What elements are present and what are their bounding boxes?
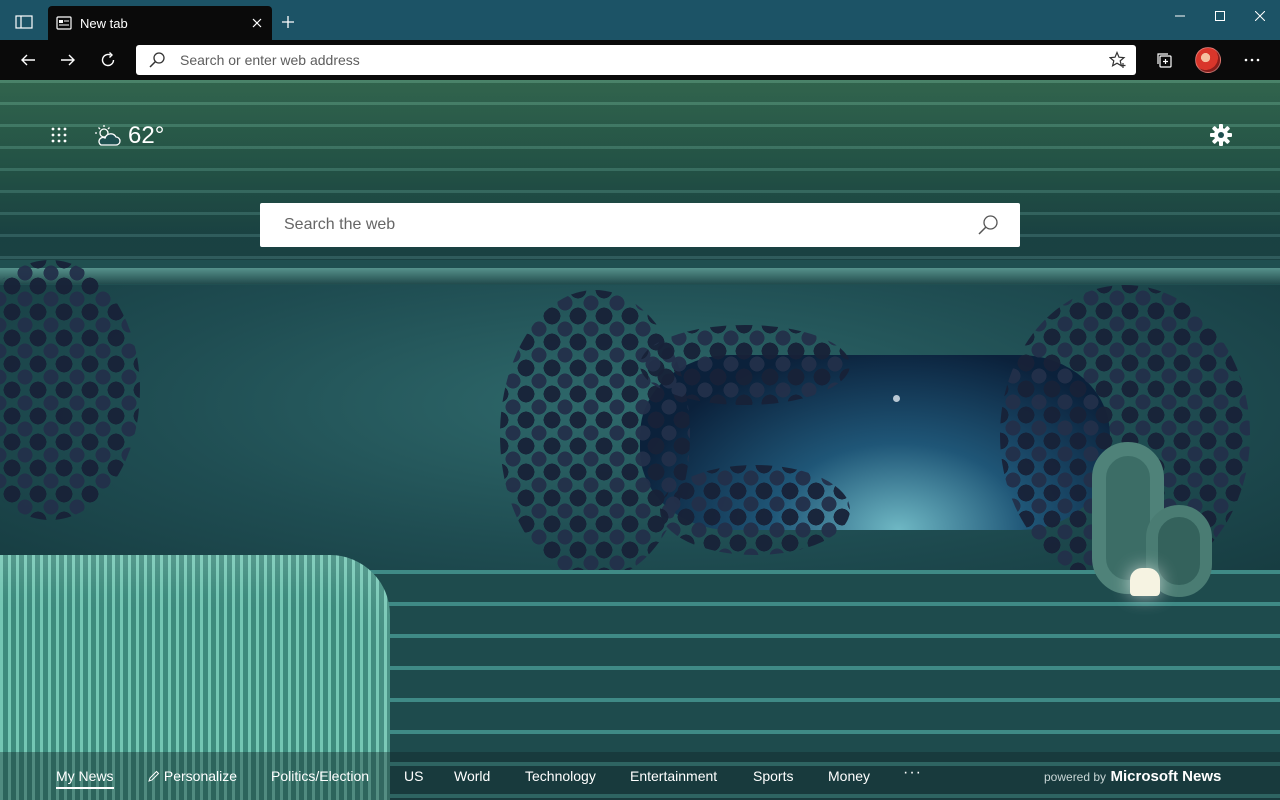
- news-tab-money[interactable]: Money: [828, 768, 870, 784]
- close-icon: [1255, 11, 1265, 21]
- plus-icon: [282, 16, 294, 28]
- temperature-label: 62°: [128, 122, 165, 149]
- title-bar: New tab: [0, 0, 1280, 40]
- search-icon: [978, 215, 998, 235]
- search-icon: [149, 52, 165, 68]
- news-tab-sports[interactable]: Sports: [753, 768, 793, 784]
- tab-actions-button[interactable]: [8, 8, 40, 36]
- apps-launcher-button[interactable]: [46, 122, 72, 148]
- settings-and-more-button[interactable]: [1236, 44, 1268, 76]
- refresh-button[interactable]: [92, 44, 124, 76]
- add-favorite-button[interactable]: [1108, 50, 1128, 70]
- close-icon: [252, 18, 262, 28]
- close-window-button[interactable]: [1240, 0, 1280, 32]
- tab-actions-icon: [15, 15, 33, 29]
- news-category-bar: My News Personalize Politics/Election US…: [0, 752, 1280, 800]
- web-search-placeholder: Search the web: [284, 216, 396, 233]
- news-tab-technology[interactable]: Technology: [525, 768, 596, 784]
- background-image: [0, 80, 1280, 800]
- address-bar[interactable]: Search or enter web address: [136, 45, 1136, 75]
- partly-cloudy-icon: [95, 125, 121, 146]
- arrow-right-icon: [61, 54, 75, 66]
- tab-close-button[interactable]: [248, 14, 266, 32]
- news-tab-my-news[interactable]: My News: [56, 768, 114, 789]
- tab-new-tab[interactable]: New tab: [48, 6, 272, 40]
- weather-widget[interactable]: 62°: [94, 122, 164, 150]
- pencil-icon: [148, 770, 160, 782]
- news-tab-us[interactable]: US: [404, 768, 423, 784]
- browser-toolbar: Search or enter web address: [0, 40, 1280, 80]
- new-tab-button[interactable]: [276, 10, 300, 34]
- star-plus-icon: [1109, 51, 1126, 68]
- gear-icon: [1210, 124, 1232, 146]
- forward-button[interactable]: [52, 44, 84, 76]
- collections-button[interactable]: [1148, 44, 1180, 76]
- news-tab-politics-election[interactable]: Politics/Election: [271, 768, 369, 784]
- back-button[interactable]: [12, 44, 44, 76]
- powered-by-microsoft-news[interactable]: powered by Microsoft News: [1044, 768, 1221, 786]
- profile-avatar[interactable]: [1195, 47, 1221, 73]
- news-tab-entertainment[interactable]: Entertainment: [630, 768, 717, 784]
- refresh-icon: [101, 52, 115, 67]
- collections-icon: [1157, 53, 1172, 68]
- web-search-box[interactable]: Search the web: [260, 203, 1020, 247]
- maximize-icon: [1215, 11, 1225, 21]
- arrow-left-icon: [21, 54, 35, 66]
- minimize-button[interactable]: [1160, 0, 1200, 32]
- news-tab-personalize[interactable]: Personalize: [147, 768, 237, 784]
- web-search-submit-button[interactable]: [976, 213, 1000, 237]
- app-grid-icon: [51, 127, 67, 143]
- personalize-label: Personalize: [163, 768, 238, 784]
- address-bar-placeholder: Search or enter web address: [180, 52, 360, 68]
- maximize-button[interactable]: [1200, 0, 1240, 32]
- new-tab-favicon-icon: [56, 16, 72, 30]
- more-horizontal-icon: [1244, 58, 1260, 62]
- news-tab-world[interactable]: World: [454, 768, 490, 784]
- tab-title: New tab: [80, 16, 128, 31]
- minimize-icon: [1175, 15, 1185, 17]
- news-more-button[interactable]: ···: [903, 764, 922, 782]
- microsoft-news-brand: Microsoft News: [1110, 768, 1222, 785]
- page-settings-button[interactable]: [1207, 121, 1235, 149]
- powered-by-label: powered by: [1044, 770, 1107, 784]
